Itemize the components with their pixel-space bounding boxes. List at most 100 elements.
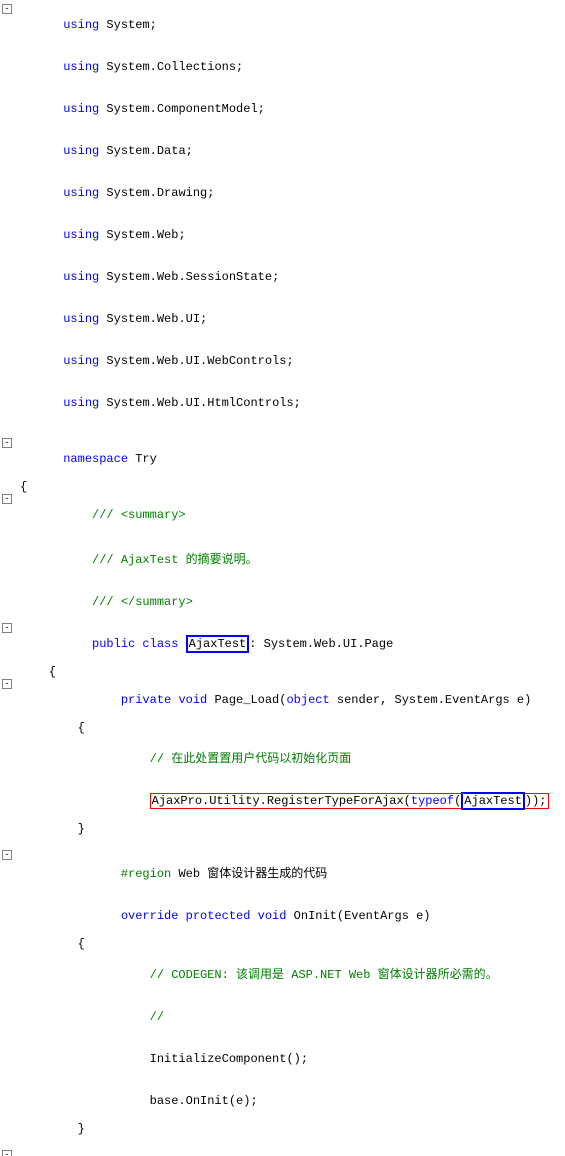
- line-10: using System.Web.UI.HtmlControls;: [0, 382, 565, 424]
- line-summary-1: - /// <summary>: [0, 494, 565, 536]
- line-content-oninit-brace-close: }: [18, 1122, 563, 1136]
- line-content-init-component: InitializeComponent();: [18, 1038, 563, 1080]
- line-content-base-oninit: base.OnInit(e);: [18, 1080, 563, 1122]
- line-pageload-brace-open: {: [0, 721, 565, 735]
- comment-summary-close: /// </summary>: [92, 595, 193, 609]
- line-content-blank-3: [18, 1136, 563, 1150]
- line-pageload-brace-close: }: [0, 822, 565, 836]
- keyword-using2: using: [63, 60, 99, 74]
- line-pageload-decl: - private void Page_Load(object sender, …: [0, 679, 565, 721]
- line-content-3: using System.ComponentModel;: [18, 88, 563, 130]
- line-namespace: - namespace Try: [0, 438, 565, 480]
- keyword-typeof: typeof: [411, 794, 454, 808]
- line-content-init-summary-1: /// <summary>: [18, 1150, 563, 1156]
- line-blank-1: [0, 424, 565, 438]
- line-content-summary-1: /// <summary>: [18, 494, 563, 536]
- keyword-object: object: [286, 693, 329, 707]
- line-class-brace-open: {: [0, 665, 565, 679]
- line-base-oninit: base.OnInit(e);: [0, 1080, 565, 1122]
- gutter-1: -: [2, 4, 18, 14]
- gutter-region: -: [2, 850, 18, 860]
- line-content-pageload-brace-open: {: [18, 721, 563, 735]
- line-content-pageload-decl: private void Page_Load(object sender, Sy…: [18, 679, 563, 721]
- line-codegen-comment: // CODEGEN: 该调用是 ASP.NET Web 窗体设计器所必需的。: [0, 951, 565, 996]
- keyword-using8: using: [63, 312, 99, 326]
- line-class-decl: - public class AjaxTest: System.Web.UI.P…: [0, 623, 565, 665]
- classname-ajaxtest: AjaxTest: [186, 635, 250, 653]
- line-content-5: using System.Drawing;: [18, 172, 563, 214]
- line-content-6: using System.Web;: [18, 214, 563, 256]
- line-content-blank-1: [18, 424, 563, 438]
- line-content-ajax-register: AjaxPro.Utility.RegisterTypeForAjax(type…: [18, 780, 563, 822]
- line-6: using System.Web;: [0, 214, 565, 256]
- line-content-9: using System.Web.UI.WebControls;: [18, 340, 563, 382]
- line-content-7: using System.Web.SessionState;: [18, 256, 563, 298]
- comment-empty: //: [150, 1010, 164, 1024]
- line-1: - using System;: [0, 4, 565, 46]
- line-oninit-brace-open: {: [0, 937, 565, 951]
- line-content-oninit-brace-open: {: [18, 937, 563, 951]
- comment-codegen: // CODEGEN: 该调用是 ASP.NET Web 窗体设计器所必需的。: [150, 968, 498, 982]
- line-content-codegen-comment: // CODEGEN: 该调用是 ASP.NET Web 窗体设计器所必需的。: [18, 951, 563, 996]
- line-init-summary-1: - /// <summary>: [0, 1150, 565, 1156]
- ajax-register-box: AjaxPro.Utility.RegisterTypeForAjax(type…: [150, 793, 549, 809]
- line-summary-2: /// AjaxTest 的摘要说明。: [0, 536, 565, 581]
- line-content-brace-open: {: [18, 480, 563, 494]
- line-region: - #region Web 窗体设计器生成的代码: [0, 850, 565, 895]
- line-content-region: #region Web 窗体设计器生成的代码: [18, 850, 563, 895]
- keyword-using10: using: [63, 396, 99, 410]
- collapse-init-summary[interactable]: -: [2, 1150, 12, 1156]
- collapse-namespace[interactable]: -: [2, 438, 12, 448]
- keyword-namespace: namespace: [63, 452, 128, 466]
- gutter-init-summary-1: -: [2, 1150, 18, 1156]
- line-4: using System.Data;: [0, 130, 565, 172]
- line-9: using System.Web.UI.WebControls;: [0, 340, 565, 382]
- line-content-2: using System.Collections;: [18, 46, 563, 88]
- collapse-summary[interactable]: -: [2, 494, 12, 504]
- line-7: using System.Web.SessionState;: [0, 256, 565, 298]
- line-content-8: using System.Web.UI;: [18, 298, 563, 340]
- collapse-region[interactable]: -: [2, 850, 12, 860]
- gutter-class-decl: -: [2, 623, 18, 633]
- line-init-component: InitializeComponent();: [0, 1038, 565, 1080]
- keyword-using6: using: [63, 228, 99, 242]
- collapse-using[interactable]: -: [2, 4, 12, 14]
- line-content-10: using System.Web.UI.HtmlControls;: [18, 382, 563, 424]
- line-content-summary-3: /// </summary>: [18, 581, 563, 623]
- region-directive: #region: [121, 867, 171, 881]
- line-3: using System.ComponentModel;: [0, 88, 565, 130]
- line-content-oninit-decl: override protected void OnInit(EventArgs…: [18, 895, 563, 937]
- line-content-summary-2: /// AjaxTest 的摘要说明。: [18, 536, 563, 581]
- keyword-using5: using: [63, 186, 99, 200]
- line-content-class-brace-open: {: [18, 665, 563, 679]
- keyword-using: using: [63, 18, 99, 32]
- line-content-1: using System;: [18, 4, 563, 46]
- gutter-pageload-decl: -: [2, 679, 18, 689]
- comment-summary-text: /// AjaxTest 的摘要说明。: [92, 553, 258, 567]
- comment-init: // 在此处置置用户代码以初始化页面: [150, 752, 352, 766]
- line-summary-3: /// </summary>: [0, 581, 565, 623]
- ajaxtest-ref: AjaxTest: [461, 792, 525, 810]
- code-editor: - using System; using System.Collections…: [0, 0, 565, 1156]
- keyword-using4: using: [63, 144, 99, 158]
- comment-summary-open: /// <summary>: [92, 508, 186, 522]
- line-content-4: using System.Data;: [18, 130, 563, 172]
- keyword-public: public class: [92, 637, 178, 651]
- line-oninit-decl: override protected void OnInit(EventArgs…: [0, 895, 565, 937]
- line-blank-2: [0, 836, 565, 850]
- line-brace-open: {: [0, 480, 565, 494]
- line-blank-3: [0, 1136, 565, 1150]
- collapse-class[interactable]: -: [2, 623, 12, 633]
- line-oninit-brace-close: }: [0, 1122, 565, 1136]
- line-content-comment-init: // 在此处置置用户代码以初始化页面: [18, 735, 563, 780]
- line-content-blank-2: [18, 836, 563, 850]
- keyword-using3: using: [63, 102, 99, 116]
- line-ajax-register: AjaxPro.Utility.RegisterTypeForAjax(type…: [0, 780, 565, 822]
- collapse-pageload[interactable]: -: [2, 679, 12, 689]
- line-empty-comment: //: [0, 996, 565, 1038]
- line-5: using System.Drawing;: [0, 172, 565, 214]
- keyword-using9: using: [63, 354, 99, 368]
- line-content-pageload-brace-close: }: [18, 822, 563, 836]
- line-content-empty-comment: //: [18, 996, 563, 1038]
- gutter-summary-1: -: [2, 494, 18, 504]
